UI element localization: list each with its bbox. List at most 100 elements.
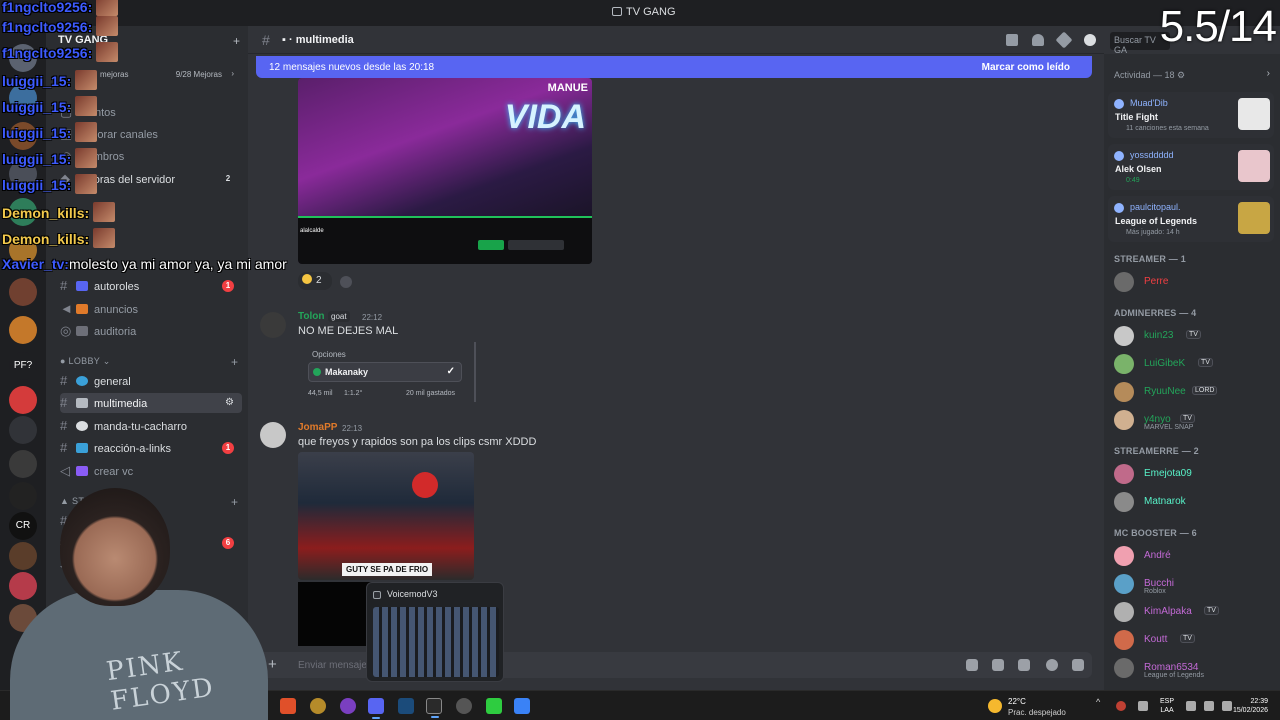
- add-attachment-icon[interactable]: +: [268, 656, 277, 673]
- tray-app-icon[interactable]: [1116, 701, 1126, 711]
- app-icon[interactable]: [310, 698, 326, 714]
- member-row[interactable]: Roman6534 League of Legends: [1112, 656, 1276, 680]
- channel-autoroles[interactable]: # autoroles 1: [60, 276, 242, 296]
- chevron-right-icon[interactable]: ›: [1267, 68, 1270, 79]
- volume-icon[interactable]: [1204, 701, 1214, 711]
- mark-as-read-button[interactable]: Marcar como leído: [982, 62, 1070, 73]
- nav-members[interactable]: ☺ Miembros: [60, 146, 242, 166]
- message-author[interactable]: JomaPP: [298, 422, 337, 433]
- chevron-right-icon: ›: [231, 69, 234, 78]
- member-row[interactable]: Emejota09: [1112, 462, 1276, 486]
- language-indicator[interactable]: ESP LAA: [1160, 697, 1174, 715]
- stream-screenshot[interactable]: MANUE VIDA alalcalde: [298, 78, 592, 264]
- server-icon[interactable]: [9, 278, 37, 306]
- battery-icon[interactable]: [1222, 701, 1232, 711]
- avatar: [1114, 354, 1134, 374]
- clock[interactable]: 22:39 15/02/2026: [1233, 697, 1268, 715]
- sticker-icon[interactable]: [1018, 659, 1030, 671]
- member-list-icon[interactable]: [1084, 34, 1096, 46]
- voicemod-icon[interactable]: [426, 698, 442, 718]
- sun-icon: [988, 699, 1002, 713]
- app-icon[interactable]: [514, 698, 530, 714]
- add-reaction-icon[interactable]: [340, 276, 352, 288]
- message-input[interactable]: Enviar mensaje: [298, 660, 367, 671]
- channel-anuncios[interactable]: ◄ anuncios: [60, 299, 242, 319]
- member-row[interactable]: y4nyo TV MARVEL SNAP: [1112, 408, 1276, 432]
- message-time: 22:12: [362, 313, 383, 322]
- brave-icon[interactable]: [280, 698, 296, 714]
- member-row[interactable]: RyuuNee LORD: [1112, 380, 1276, 404]
- tray-chevron-icon[interactable]: ^: [1096, 697, 1106, 707]
- server-icon[interactable]: [9, 316, 37, 344]
- nav-browse-channels[interactable]: ▤ Explorar canales: [60, 124, 242, 144]
- boost-progress[interactable]: mejoras 9/28 Mejoras ›: [56, 68, 240, 82]
- new-messages-banner[interactable]: 12 mensajes nuevos desde las 20:18 Marca…: [256, 56, 1092, 78]
- server-icon[interactable]: [9, 84, 37, 112]
- channel-auditoria[interactable]: ◎ auditoria: [60, 321, 242, 341]
- server-icon[interactable]: [9, 236, 37, 264]
- avatar: [1114, 492, 1134, 512]
- channel-reaccion-a-links[interactable]: # reacción-a-links 1: [60, 438, 242, 458]
- threads-icon[interactable]: [1006, 34, 1018, 46]
- member-tag: TV: [1180, 634, 1195, 643]
- member-name: Emejota09: [1144, 468, 1192, 479]
- member-row[interactable]: kuin23 TV: [1112, 324, 1276, 348]
- gift-icon[interactable]: [966, 659, 978, 671]
- server-icon-pf[interactable]: PF?: [9, 352, 37, 380]
- server-name[interactable]: TV GANG: [58, 34, 108, 46]
- weather-widget[interactable]: 22°C Prac. despejado: [988, 696, 1098, 718]
- app-icon[interactable]: [456, 698, 472, 714]
- member-activity: Roblox: [1144, 588, 1166, 595]
- avatar[interactable]: [260, 312, 286, 338]
- discord-icon[interactable]: [368, 698, 384, 719]
- server-icon[interactable]: [9, 386, 37, 414]
- server-icon[interactable]: [9, 122, 37, 150]
- nav-server-boosts[interactable]: ◆ Mejoras del servidor 2: [60, 169, 242, 189]
- bell-icon[interactable]: [1032, 34, 1044, 46]
- poll-stat: 1:1.2°: [344, 390, 363, 397]
- microphone-icon[interactable]: [1138, 701, 1148, 711]
- activity-card[interactable]: paulcitopaul. League of Legends Más jugado…: [1108, 196, 1274, 242]
- category-lobby[interactable]: ● LOBBY ⌄: [60, 356, 111, 367]
- server-icon[interactable]: [9, 160, 37, 188]
- member-tag: TV: [1204, 606, 1219, 615]
- server-icon[interactable]: [9, 198, 37, 226]
- channel-general[interactable]: # general: [60, 371, 242, 391]
- activity-card[interactable]: Muad'Dib Title Fight 11 canciones esta sem…: [1108, 92, 1274, 138]
- message-author[interactable]: Tolon: [298, 311, 324, 322]
- apps-icon[interactable]: [1072, 659, 1084, 671]
- server-icon-tvgang[interactable]: [9, 44, 37, 72]
- member-row[interactable]: André: [1112, 544, 1276, 568]
- steam-icon[interactable]: [398, 698, 414, 714]
- member-row[interactable]: Bucchi Roblox: [1112, 572, 1276, 596]
- activity-sub: 0:49: [1126, 177, 1140, 184]
- reaction-chip[interactable]: 2: [298, 272, 332, 290]
- server-icon[interactable]: [9, 416, 37, 444]
- boxing-clip[interactable]: GUTY SE PA DE FRIO: [298, 452, 474, 580]
- server-icon[interactable]: [9, 450, 37, 478]
- member-row[interactable]: Perre: [1112, 270, 1276, 294]
- create-channel-icon[interactable]: +: [231, 355, 238, 369]
- gear-icon[interactable]: ⚙: [1177, 70, 1185, 80]
- member-row[interactable]: Koutt TV: [1112, 628, 1276, 652]
- member-row[interactable]: Matnarok: [1112, 490, 1276, 514]
- activity-card[interactable]: yossddddd Alek Olsen 0:49: [1108, 144, 1274, 190]
- voicemod-preview[interactable]: VoicemodV3: [366, 582, 504, 682]
- avatar[interactable]: [260, 422, 286, 448]
- poll-option[interactable]: Makanaky ✓: [308, 362, 462, 382]
- play-icon[interactable]: [486, 698, 502, 714]
- emoji-icon[interactable]: [1046, 659, 1058, 671]
- wifi-icon[interactable]: [1186, 701, 1196, 711]
- nav-events[interactable]: ▢ Eventos: [60, 102, 242, 122]
- channel-manda-tu-cacharro[interactable]: # manda-tu-cacharro: [60, 416, 242, 436]
- app-icon[interactable]: [340, 698, 356, 714]
- hash-icon: #: [60, 440, 68, 455]
- settings-icon[interactable]: ⚙: [225, 393, 234, 413]
- member-row[interactable]: LuiGibeK TV: [1112, 352, 1276, 376]
- pin-icon[interactable]: [1055, 31, 1073, 49]
- channel-multimedia[interactable]: # multimedia ⚙: [60, 393, 242, 413]
- member-row[interactable]: KimAlpaka TV: [1112, 600, 1276, 624]
- member-name: Koutt: [1144, 634, 1168, 645]
- invite-people-icon[interactable]: +: [233, 34, 240, 48]
- gif-icon[interactable]: [992, 659, 1004, 671]
